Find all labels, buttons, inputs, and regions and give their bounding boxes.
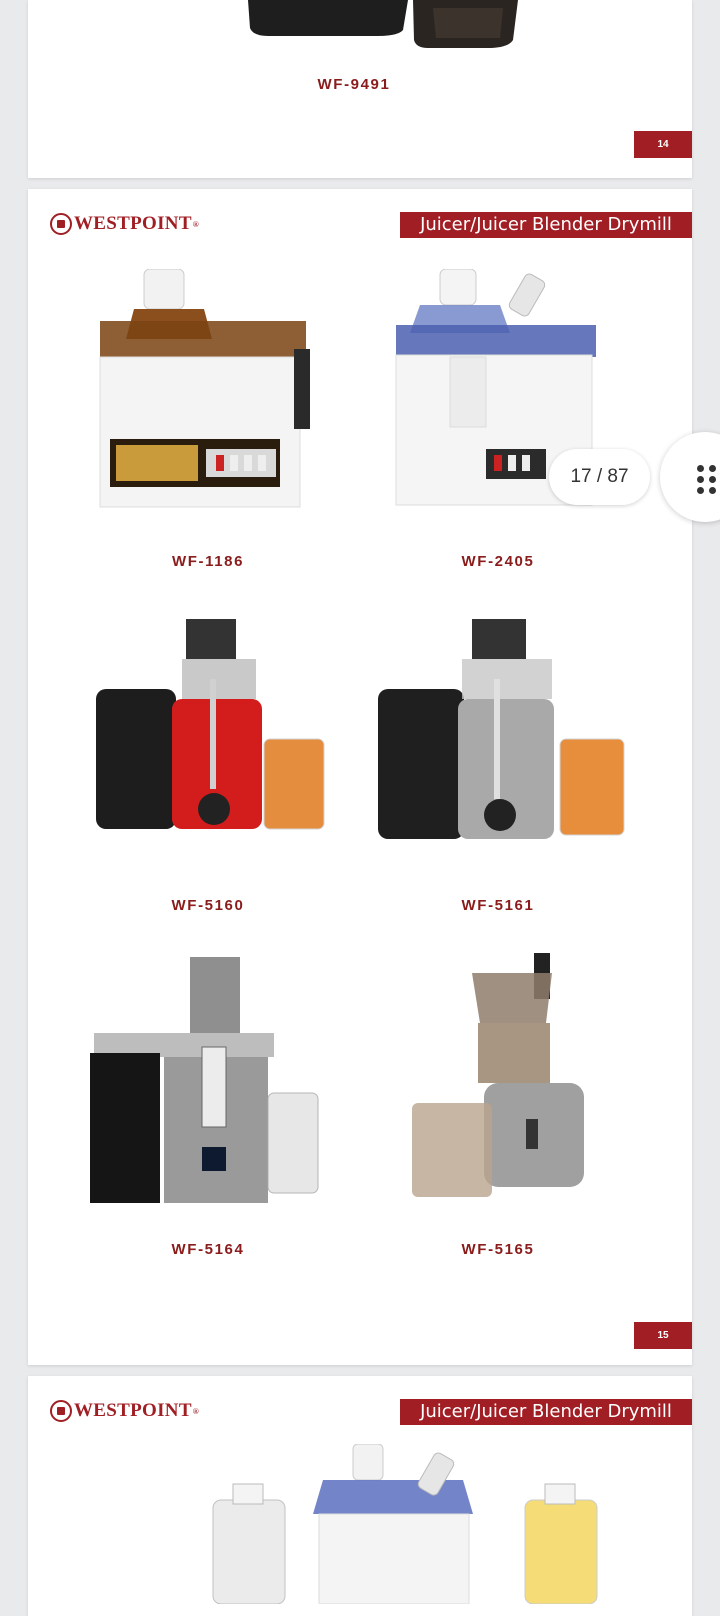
category-banner: Juicer/Juicer Blender Drymill (400, 212, 692, 238)
page-number: 14 (634, 131, 692, 158)
page-number: 15 (634, 1322, 692, 1349)
registered-mark: ® (192, 1406, 200, 1416)
product-image-wf-5161 (372, 619, 632, 859)
model-label: WF-2405 (461, 553, 535, 570)
catalog-page-15: WESTPOINT ® Juicer/Juicer Blender Drymil… (28, 189, 692, 1365)
brand-name: WESTPOINT (74, 213, 192, 234)
catalog-page-16: WESTPOINT ® Juicer/Juicer Blender Drymil… (28, 1376, 692, 1616)
product-image-wf-5164 (90, 957, 350, 1207)
product-image-wf-1186 (94, 269, 354, 519)
brand-name: WESTPOINT (74, 1400, 192, 1421)
catalog-page-14: WF-9491 14 (28, 0, 692, 178)
product-image-wf-5160 (86, 619, 346, 859)
registered-mark: ® (192, 219, 200, 229)
model-label: WF-5161 (461, 897, 535, 914)
product-image-wf-5165 (408, 953, 668, 1203)
product-image-wf-9491 (228, 0, 518, 48)
grid-dots-icon (697, 465, 717, 494)
category-banner: Juicer/Juicer Blender Drymill (400, 1399, 692, 1425)
model-label: WF-5164 (171, 1241, 245, 1258)
model-label: WF-5160 (171, 897, 245, 914)
crown-logo-icon (50, 213, 72, 235)
product-image-blender-set (173, 1444, 643, 1604)
brand-logo: WESTPOINT ® (50, 211, 199, 237)
crown-logo-icon (50, 1400, 72, 1422)
model-label: WF-1186 (171, 553, 245, 570)
model-label: WF-9491 (317, 76, 391, 93)
brand-logo: WESTPOINT ® (50, 1398, 199, 1424)
model-label: WF-5165 (461, 1241, 535, 1258)
page-indicator: 17 / 87 (549, 449, 650, 505)
